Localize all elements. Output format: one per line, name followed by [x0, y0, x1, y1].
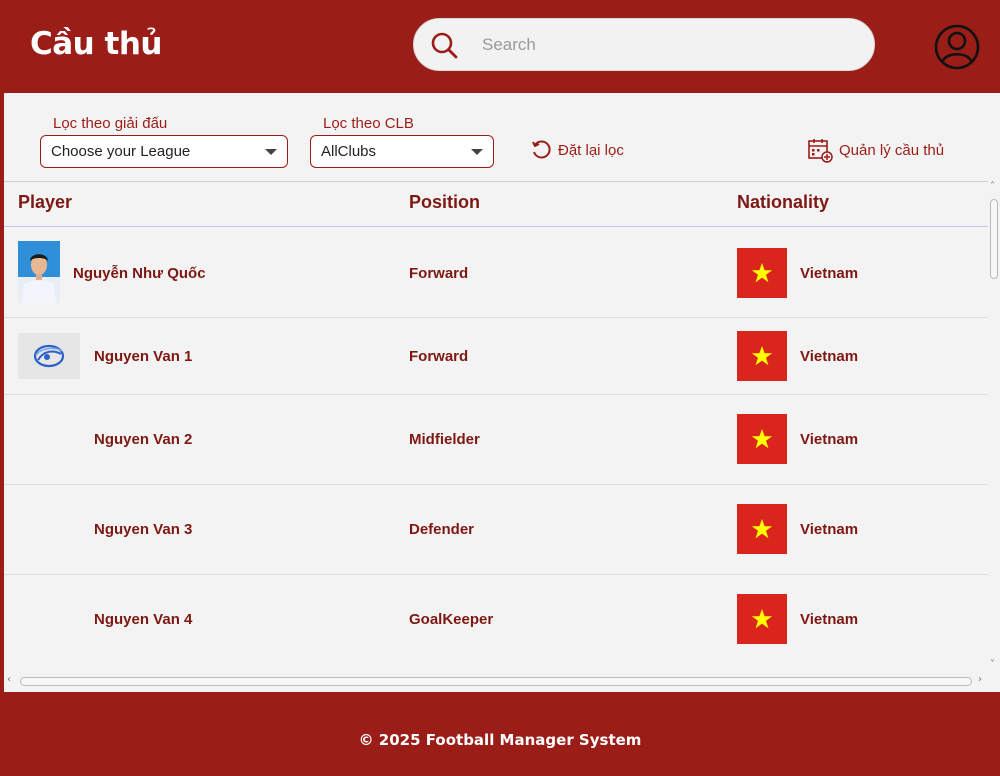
player-position: Defender [409, 521, 475, 538]
table-row[interactable]: Nguyen Van 4 GoalKeeper Vietnam [4, 575, 988, 662]
vietnam-flag-icon [737, 504, 787, 554]
club-filter-label: Lọc theo CLB [323, 115, 414, 132]
table-header: Player Position Nationality [4, 182, 988, 227]
vietnam-flag-icon [737, 331, 787, 381]
club-select-value: AllClubs [321, 143, 377, 160]
vertical-scroll-thumb[interactable] [990, 199, 998, 279]
chevron-down-icon [265, 149, 277, 155]
players-table: Player Position Nationality Nguyễn Như Q… [4, 181, 988, 662]
calendar-add-icon [808, 139, 833, 163]
search-icon[interactable] [430, 31, 458, 59]
search-input[interactable] [482, 32, 852, 58]
horizontal-scroll-thumb[interactable] [20, 677, 972, 686]
club-select[interactable]: AllClubs [310, 135, 494, 168]
app-window: Cầu thủ Lọc theo giải đấu Choose your Le… [0, 0, 1000, 776]
player-nationality: Vietnam [800, 611, 859, 628]
manage-players-label: Quản lý cầu thủ [839, 141, 945, 159]
main-panel: Lọc theo giải đấu Choose your League Lọc… [4, 93, 1000, 692]
player-position: Forward [409, 348, 469, 365]
table-row[interactable]: Nguyen Van 1 Forward Vietnam [4, 318, 988, 395]
league-filter-label: Lọc theo giải đấu [53, 115, 168, 132]
header: Cầu thủ [0, 0, 1000, 93]
league-select-value: Choose your League [51, 143, 191, 160]
table-row[interactable]: Nguyễn Như Quốc Forward Vietnam [4, 228, 988, 318]
player-photo [18, 241, 60, 303]
club-logo-icon [18, 333, 80, 379]
scroll-left-icon[interactable]: ‹ [7, 674, 11, 685]
scroll-down-icon[interactable]: ˅ [990, 659, 995, 670]
player-name: Nguyễn Như Quốc [73, 265, 206, 282]
vietnam-flag-icon [737, 248, 787, 298]
search-bar[interactable] [413, 18, 875, 71]
chevron-down-icon [471, 149, 483, 155]
reset-filter-label: Đặt lại lọc [558, 141, 624, 159]
manage-players-button[interactable]: Quản lý cầu thủ [807, 137, 944, 163]
column-header-player[interactable]: Player [18, 192, 72, 213]
player-nationality: Vietnam [800, 348, 859, 365]
player-position: GoalKeeper [409, 611, 494, 628]
table-row[interactable]: Nguyen Van 2 Midfielder Vietnam [4, 395, 988, 485]
player-name: Nguyen Van 4 [94, 611, 193, 628]
league-select[interactable]: Choose your League [40, 135, 288, 168]
player-nationality: Vietnam [800, 521, 859, 538]
vietnam-flag-icon [737, 414, 787, 464]
player-name: Nguyen Van 2 [94, 431, 193, 448]
player-position: Forward [409, 265, 469, 282]
vietnam-flag-icon [737, 594, 787, 644]
page-title: Cầu thủ [30, 26, 163, 62]
vertical-scrollbar[interactable]: ˄ ˅ [988, 181, 1000, 674]
player-name: Nguyen Van 3 [94, 521, 193, 538]
player-position: Midfielder [409, 431, 480, 448]
player-name: Nguyen Van 1 [94, 348, 193, 365]
footer-copyright: © 2025 Football Manager System [358, 731, 642, 749]
user-account-icon[interactable] [934, 24, 980, 70]
reset-icon [532, 140, 551, 159]
scroll-up-icon[interactable]: ˄ [990, 181, 995, 192]
footer: © 2025 Football Manager System [0, 692, 1000, 776]
column-header-position[interactable]: Position [409, 192, 480, 213]
reset-filter-button[interactable]: Đặt lại lọc [530, 139, 624, 161]
table-row[interactable]: Nguyen Van 3 Defender Vietnam [4, 485, 988, 575]
player-nationality: Vietnam [800, 431, 859, 448]
horizontal-scrollbar[interactable]: ‹ › [4, 674, 988, 688]
player-nationality: Vietnam [800, 265, 859, 282]
column-header-nationality[interactable]: Nationality [737, 192, 829, 213]
scroll-right-icon[interactable]: › [978, 674, 982, 685]
